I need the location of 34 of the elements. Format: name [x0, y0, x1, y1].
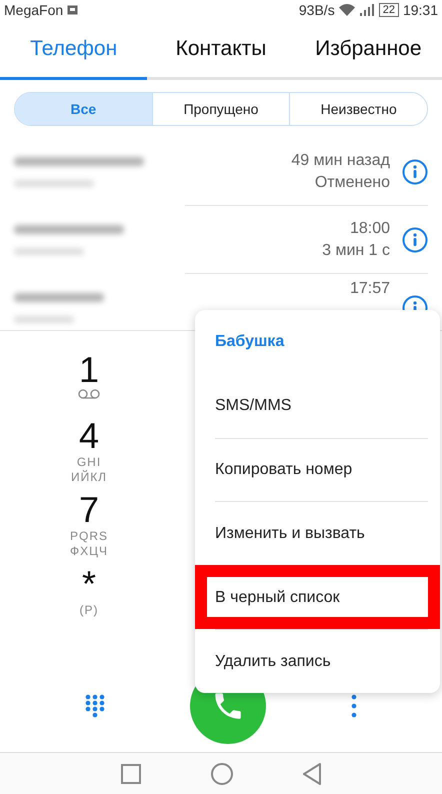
tab[interactable]: Контакты: [147, 20, 295, 80]
signal-icon: [358, 4, 375, 16]
call-row[interactable]: 18:00 3 мин 1 с: [0, 206, 442, 274]
menu-item[interactable]: Удалить запись: [215, 629, 428, 693]
home-icon[interactable]: [211, 762, 233, 784]
tab[interactable]: Телефон: [0, 20, 148, 80]
carrier-name: MegaFon: [4, 2, 64, 18]
battery-level: 22: [378, 3, 399, 17]
dial-key[interactable]: 4 GHI ИЙКЛ: [50, 417, 128, 485]
dial-key[interactable]: 1: [50, 351, 128, 399]
call-time: 18:00: [350, 220, 390, 238]
network-speed: 93B/s: [298, 2, 335, 18]
voicemail-icon: [78, 389, 100, 399]
call-time: 49 мин назад: [291, 152, 390, 170]
wifi-icon: [338, 4, 355, 16]
clock: 19:31: [402, 2, 438, 18]
back-icon[interactable]: [303, 762, 321, 784]
call-row[interactable]: 49 мин назад Отменено: [0, 138, 442, 206]
dial-key[interactable]: 7 PQRS ФХЦЧ: [50, 491, 128, 559]
call-time: 17:57: [350, 280, 390, 298]
blurred-label: [14, 248, 84, 255]
menu-title: Бабушка: [215, 332, 286, 352]
menu-item[interactable]: В черный список: [195, 565, 440, 630]
call-detail: Отменено: [314, 174, 390, 192]
blurred-label: [14, 316, 74, 323]
recents-icon[interactable]: [121, 764, 141, 784]
dial-key[interactable]: * (P): [50, 565, 128, 618]
notification-icon: [67, 5, 78, 15]
call-row[interactable]: 17:57: [0, 274, 442, 330]
info-icon[interactable]: [402, 227, 428, 253]
filter-tab[interactable]: Неизвестно: [289, 93, 427, 125]
tab[interactable]: Избранное: [294, 20, 442, 80]
info-icon[interactable]: [402, 159, 428, 185]
call-detail: 3 мин 1 с: [322, 242, 390, 260]
